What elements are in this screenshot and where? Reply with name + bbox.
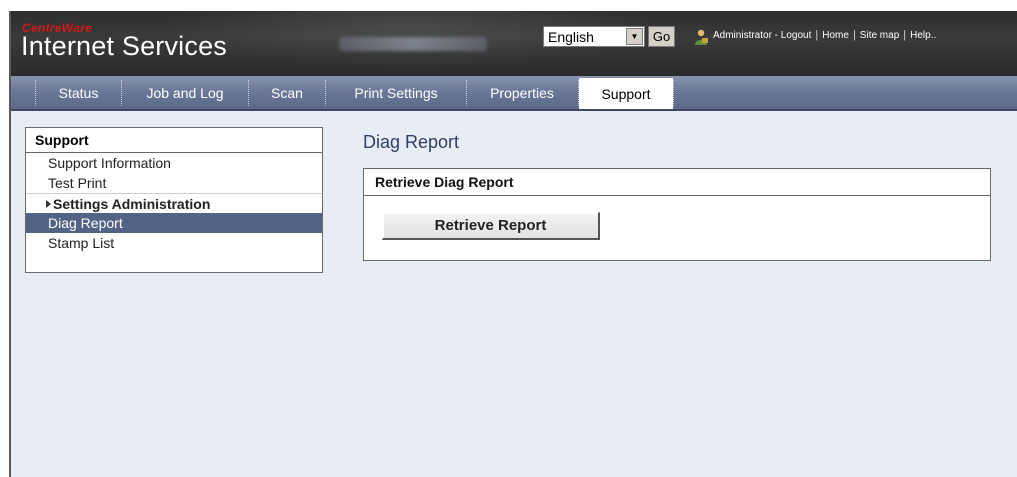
panel-title: Retrieve Diag Report (364, 169, 990, 196)
help-link[interactable]: Help.. (910, 30, 936, 41)
page-title: Diag Report (363, 132, 460, 152)
browser-frame: CentreWare Internet Services English ▼ G… (9, 11, 1017, 477)
sidebar: Support Support Information Test Print S… (25, 127, 323, 273)
tab-separator (673, 80, 674, 106)
device-name-blurred (339, 37, 487, 51)
sidebar-item-diag-report[interactable]: Diag Report (26, 213, 322, 233)
top-links: Administrator - Logout | Home | Site map | Hel… (713, 29, 936, 41)
site-map-link[interactable]: Site map (860, 30, 899, 41)
tab-scan[interactable]: Scan (249, 76, 325, 109)
tab-properties[interactable]: Properties (467, 76, 577, 109)
sidebar-item-stamp-list[interactable]: Stamp List (26, 233, 322, 253)
sidebar-item-support-information[interactable]: Support Information (26, 153, 322, 173)
link-separator: | (903, 29, 907, 41)
tab-print-settings[interactable]: Print Settings (326, 76, 466, 109)
retrieve-report-button[interactable]: Retrieve Report (382, 212, 600, 240)
language-select-value: English (548, 28, 594, 45)
home-link[interactable]: Home (822, 30, 849, 41)
language-select[interactable]: English ▼ (543, 26, 645, 47)
main-nav: Status Job and Log Scan Print Settings P… (11, 76, 1017, 111)
link-separator: | (815, 29, 819, 41)
chevron-down-icon[interactable]: ▼ (626, 28, 643, 45)
tab-job-and-log[interactable]: Job and Log (122, 76, 248, 109)
sidebar-item-settings-administration[interactable]: Settings Administration (26, 193, 322, 213)
sidebar-item-label: Settings Administration (53, 195, 211, 212)
sidebar-title: Support (26, 128, 322, 153)
logout-link[interactable]: Administrator - Logout (713, 30, 811, 41)
header: CentreWare Internet Services English ▼ G… (11, 11, 1017, 76)
link-separator: | (852, 29, 856, 41)
sidebar-item-test-print[interactable]: Test Print (26, 173, 322, 193)
user-admin-icon (695, 29, 708, 45)
tab-support[interactable]: Support (579, 78, 673, 109)
triangle-right-icon (46, 200, 51, 208)
retrieve-diag-report-panel: Retrieve Diag Report Retrieve Report (363, 168, 991, 261)
go-button[interactable]: Go (648, 26, 675, 47)
tab-status[interactable]: Status (36, 76, 121, 109)
brand-logo-title: Internet Services (21, 31, 227, 61)
